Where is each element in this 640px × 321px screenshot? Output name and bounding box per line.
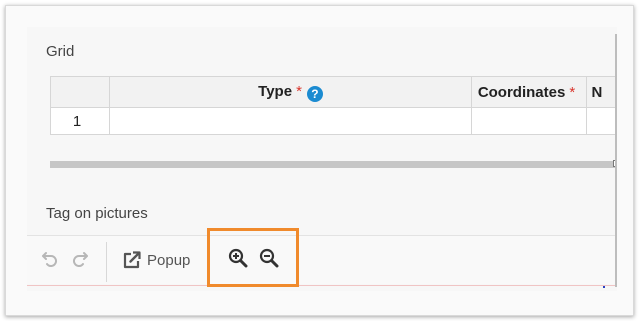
redo-button[interactable] [71, 248, 89, 272]
grid-label: Grid [46, 43, 75, 60]
external-link-icon [122, 250, 142, 270]
coordinates-cell[interactable] [470, 107, 588, 135]
coordinates-required-marker: * [569, 83, 576, 101]
undo-button[interactable] [41, 248, 59, 272]
popup-label: Popup [147, 251, 191, 269]
type-column-header[interactable]: Type *? [109, 76, 472, 108]
next-cell[interactable] [586, 107, 617, 135]
grid-header-row: Type *? Coordinates * N [49, 76, 617, 108]
horizontal-scrollbar[interactable] [50, 161, 617, 168]
zoom-controls-highlight [207, 228, 299, 287]
panel-right-border [615, 34, 617, 287]
type-required-marker: * [296, 82, 302, 100]
popup-button[interactable]: Popup [122, 248, 190, 272]
toolbar-separator [106, 242, 107, 282]
next-header-label: N [591, 83, 603, 101]
next-column-header[interactable]: N [586, 76, 617, 108]
screenshot-frame: Grid Type *? Coordinates * N 1 Tag on pi… [5, 5, 634, 316]
canvas-top-border [27, 285, 617, 286]
rownum-header [49, 76, 111, 108]
tag-on-pictures-label: Tag on pictures [46, 205, 148, 222]
type-cell[interactable] [109, 107, 472, 135]
undo-icon [41, 249, 59, 271]
coordinates-column-header[interactable]: Coordinates * [470, 76, 588, 108]
image-toolbar: Popup [27, 235, 617, 284]
grid-table: Type *? Coordinates * N 1 [49, 76, 617, 135]
help-icon[interactable]: ? [306, 85, 323, 102]
type-header-label: Type [258, 82, 293, 100]
canvas-marker [603, 286, 605, 288]
redo-icon [71, 249, 89, 271]
row-number-cell: 1 [49, 107, 111, 135]
form-panel: Grid Type *? Coordinates * N 1 Tag on pi… [27, 27, 617, 291]
coordinates-header-label: Coordinates [477, 83, 566, 101]
table-row[interactable]: 1 [49, 107, 617, 135]
